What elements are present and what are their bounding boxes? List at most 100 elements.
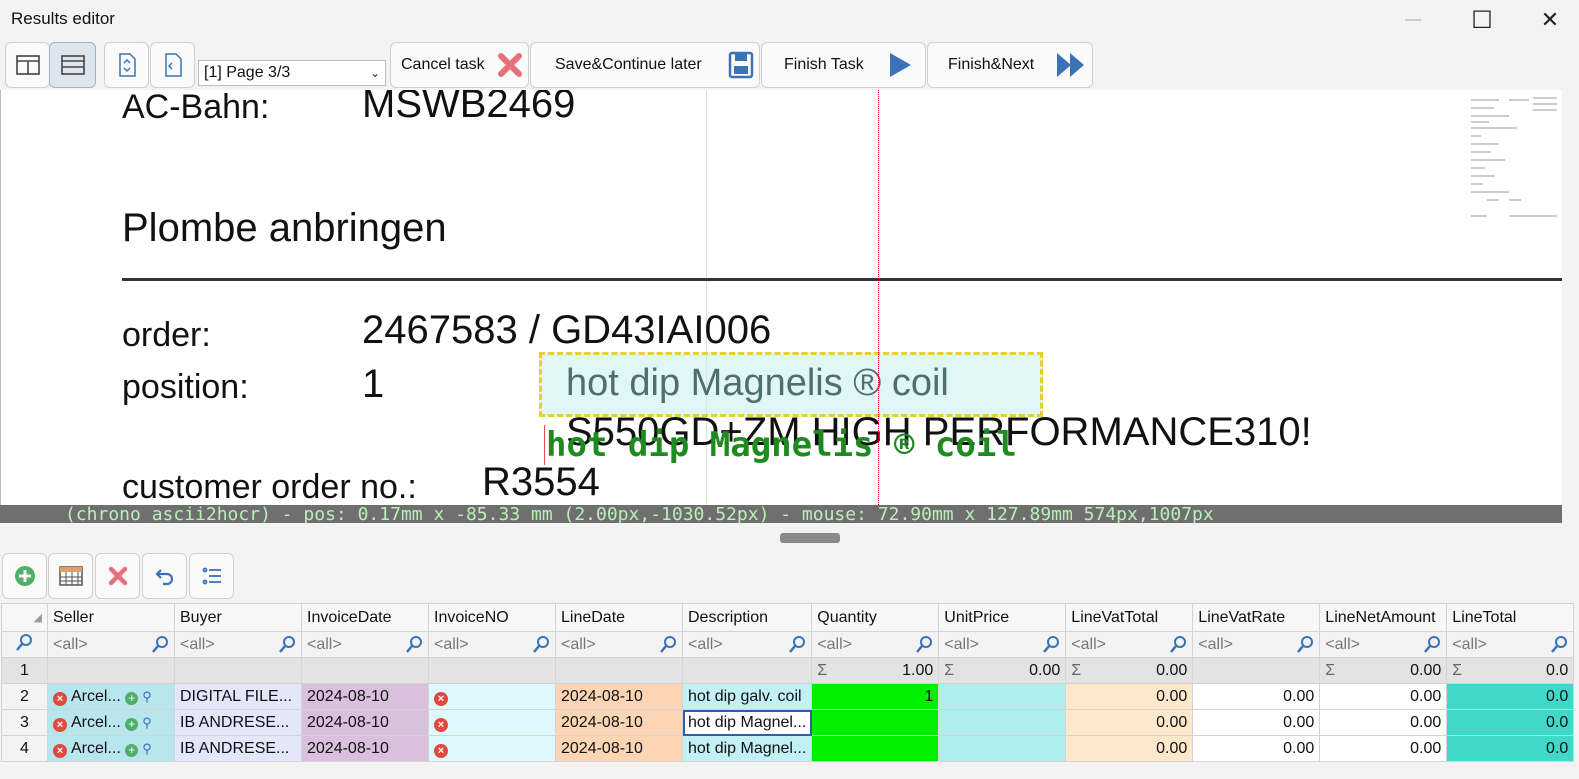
cell-line-vat-total[interactable]: 0.00 [1065, 735, 1194, 762]
row-number[interactable]: 1 [1, 657, 48, 684]
cell-line-net-amount[interactable]: 0.00 [1319, 735, 1448, 762]
col-header-invoice-no[interactable]: InvoiceNO [428, 603, 556, 632]
filter-description[interactable]: <all> [681, 631, 813, 658]
cell-unit-price[interactable] [938, 709, 1067, 736]
maximize-button[interactable]: ☐ [1459, 6, 1505, 34]
plus-circle-icon[interactable]: + [125, 691, 139, 705]
corner-cell[interactable]: ◢ [1, 603, 48, 632]
page-view-button[interactable] [150, 42, 195, 88]
cell-buyer[interactable]: IB ANDRESE... [174, 709, 302, 736]
close-button[interactable]: ✕ [1527, 6, 1573, 34]
cell-line-vat-rate[interactable]: 0.00 [1192, 735, 1321, 762]
filter-quantity[interactable]: <all> [811, 631, 940, 658]
cell-buyer[interactable]: DIGITAL FILE... [174, 683, 302, 710]
cell-description[interactable]: hot dip Magnel... [681, 735, 813, 762]
sigma-icon: Σ [944, 661, 955, 679]
cell-line-date[interactable]: 2024-08-10 [555, 683, 683, 710]
sum-cell [681, 657, 813, 684]
cell-line-date[interactable]: 2024-08-10 [555, 735, 683, 762]
search-icon[interactable]: ⚲ [142, 689, 152, 705]
filter-line-date[interactable]: <all> [555, 631, 683, 658]
cell-line-total[interactable]: 0.0 [1446, 735, 1575, 762]
cell-unit-price[interactable] [938, 735, 1067, 762]
page-select[interactable]: [1] Page 3/3 ⌄ [198, 60, 386, 86]
filter-buyer[interactable]: <all> [174, 631, 302, 658]
filter-row-icon[interactable] [1, 631, 48, 658]
cell-line-vat-rate[interactable]: 0.00 [1192, 683, 1321, 710]
col-header-line-date[interactable]: LineDate [555, 603, 683, 632]
cell-invoice-no[interactable]: × [428, 709, 556, 736]
filter-invoice-date[interactable]: <all> [301, 631, 429, 658]
cell-line-vat-total[interactable]: 0.00 [1065, 709, 1194, 736]
cell-quantity[interactable] [811, 709, 940, 736]
col-header-invoice-date[interactable]: InvoiceDate [301, 603, 429, 632]
cell-line-total[interactable]: 0.0 [1446, 709, 1575, 736]
cell-line-vat-rate[interactable]: 0.00 [1192, 709, 1321, 736]
layout-split-horizontal-button[interactable] [49, 42, 96, 88]
cell-invoice-date[interactable]: 2024-08-10 [301, 735, 429, 762]
filter-line-vat-total[interactable]: <all> [1065, 631, 1194, 658]
filter-line-net-amount[interactable]: <all> [1319, 631, 1448, 658]
plus-circle-icon[interactable]: + [125, 717, 139, 731]
table-view-button[interactable] [48, 553, 93, 599]
error-circle-icon[interactable]: × [53, 691, 67, 706]
cell-invoice-date[interactable]: 2024-08-10 [301, 709, 429, 736]
row-number[interactable]: 2 [1, 683, 48, 710]
cell-invoice-no[interactable]: × [428, 683, 556, 710]
cell-seller[interactable]: × Arcel... + ⚲ [47, 709, 175, 736]
col-header-line-vat-rate[interactable]: LineVatRate [1192, 603, 1321, 632]
cell-line-net-amount[interactable]: 0.00 [1319, 683, 1448, 710]
fit-page-button[interactable] [104, 42, 149, 88]
cell-line-net-amount[interactable]: 0.00 [1319, 709, 1448, 736]
cell-line-total[interactable]: 0.0 [1446, 683, 1575, 710]
list-view-button[interactable] [189, 553, 234, 599]
plus-circle-icon[interactable]: + [125, 743, 139, 757]
filter-seller[interactable]: <all> [47, 631, 175, 658]
layout-split-vertical-button[interactable] [5, 42, 50, 88]
error-circle-icon[interactable]: × [434, 743, 448, 758]
filter-line-vat-rate[interactable]: <all> [1192, 631, 1321, 658]
cancel-task-button[interactable]: Cancel task [390, 42, 529, 88]
error-circle-icon[interactable]: × [434, 691, 448, 706]
page-thumbnail[interactable] [1469, 96, 1559, 221]
cell-line-vat-total[interactable]: 0.00 [1065, 683, 1194, 710]
cell-quantity[interactable]: 1 [811, 683, 940, 710]
undo-button[interactable] [142, 553, 187, 599]
delete-row-button[interactable] [95, 553, 140, 599]
document-viewer[interactable]: AC-Bahn: MSWB2469 Plombe anbringen order… [0, 90, 1562, 523]
cell-quantity[interactable] [811, 735, 940, 762]
minimize-button[interactable]: — [1390, 6, 1436, 34]
col-header-line-total[interactable]: LineTotal [1446, 603, 1575, 632]
finish-task-button[interactable]: Finish Task [761, 42, 926, 88]
col-header-unit-price[interactable]: UnitPrice [938, 603, 1067, 632]
save-continue-button[interactable]: Save&Continue later [530, 42, 760, 88]
cell-seller[interactable]: × Arcel... + ⚲ [47, 735, 175, 762]
col-header-description[interactable]: Description [681, 603, 813, 632]
cell-description[interactable]: hot dip galv. coil [681, 683, 813, 710]
col-header-quantity[interactable]: Quantity [811, 603, 940, 632]
cell-line-date[interactable]: 2024-08-10 [555, 709, 683, 736]
cell-invoice-date[interactable]: 2024-08-10 [301, 683, 429, 710]
row-number[interactable]: 4 [1, 735, 48, 762]
finish-next-button[interactable]: Finish&Next [927, 42, 1093, 88]
search-icon[interactable]: ⚲ [142, 741, 152, 757]
col-header-line-net-amount[interactable]: LineNetAmount [1319, 603, 1448, 632]
filter-invoice-no[interactable]: <all> [428, 631, 556, 658]
col-header-line-vat-total[interactable]: LineVatTotal [1065, 603, 1194, 632]
filter-unit-price[interactable]: <all> [938, 631, 1067, 658]
row-number[interactable]: 3 [1, 709, 48, 736]
cell-unit-price[interactable] [938, 683, 1067, 710]
col-header-seller[interactable]: Seller [47, 603, 175, 632]
cell-invoice-no[interactable]: × [428, 735, 556, 762]
error-circle-icon[interactable]: × [53, 743, 67, 758]
pane-splitter-handle[interactable] [780, 533, 840, 543]
cell-seller[interactable]: × Arcel... + ⚲ [47, 683, 175, 710]
error-circle-icon[interactable]: × [434, 717, 448, 732]
cell-description-active[interactable]: hot dip Magnel... [681, 709, 813, 736]
col-header-buyer[interactable]: Buyer [174, 603, 302, 632]
filter-line-total[interactable]: <all> [1446, 631, 1575, 658]
cell-buyer[interactable]: IB ANDRESE... [174, 735, 302, 762]
search-icon[interactable]: ⚲ [142, 715, 152, 731]
error-circle-icon[interactable]: × [53, 717, 67, 732]
add-row-button[interactable] [2, 553, 47, 599]
